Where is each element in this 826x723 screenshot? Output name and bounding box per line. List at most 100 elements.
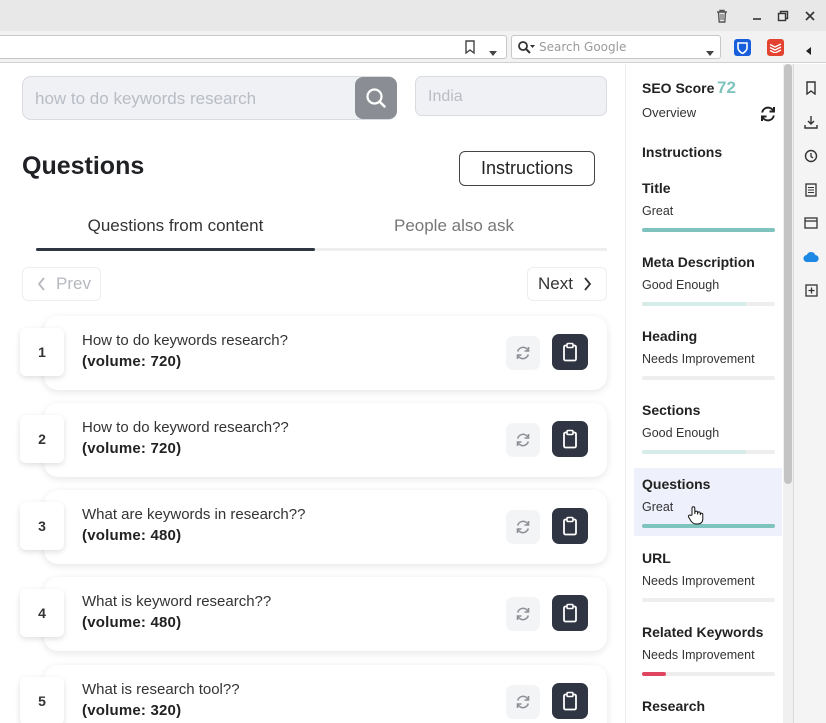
seo-item-sections[interactable]: Sections Good Enough <box>634 394 782 462</box>
refresh-icon <box>516 607 530 621</box>
search-engine-icon[interactable] <box>517 40 535 59</box>
sidebar-scrollbar[interactable] <box>783 64 793 723</box>
question-volume: (volume: 480) <box>82 614 182 631</box>
regenerate-button[interactable] <box>506 597 540 631</box>
seo-item-name: Questions <box>642 476 711 492</box>
question-number: 1 <box>20 328 64 376</box>
question-number: 3 <box>20 502 64 550</box>
copy-button[interactable] <box>552 508 588 544</box>
window-titlebar <box>0 0 826 31</box>
seo-item-progress <box>642 524 775 528</box>
keyword-input[interactable]: how to do keywords research <box>22 76 397 120</box>
regenerate-button[interactable] <box>506 423 540 457</box>
search-google-input[interactable]: Search Google <box>511 35 721 59</box>
history-icon[interactable] <box>803 148 819 164</box>
regenerate-button[interactable] <box>506 336 540 370</box>
clipboard-icon <box>563 429 577 449</box>
browser-sidebar <box>793 64 826 723</box>
refresh-icon <box>516 433 530 447</box>
tab-people-also-ask[interactable]: People also ask <box>315 216 593 236</box>
trash-icon[interactable] <box>712 6 732 26</box>
seo-item-progress-fill <box>642 228 775 232</box>
regenerate-button[interactable] <box>506 510 540 544</box>
keyword-placeholder: how to do keywords research <box>35 89 257 108</box>
restore-icon[interactable] <box>773 6 793 26</box>
seo-item-heading[interactable]: Heading Needs Improvement <box>634 320 782 388</box>
seo-item-progress-fill <box>642 450 746 454</box>
seo-item-url[interactable]: URL Needs Improvement <box>634 542 782 610</box>
question-row: What is research tool?? (volume: 320) 5 <box>20 665 607 723</box>
seo-item-name: Sections <box>642 402 701 418</box>
question-text: How to do keywords research? <box>82 332 288 349</box>
seo-item-questions[interactable]: Questions Great <box>634 468 782 536</box>
question-volume: (volume: 720) <box>82 353 182 370</box>
seo-item-progress <box>642 450 775 454</box>
question-card: What is research tool?? (volume: 320) <box>44 665 607 723</box>
bookmark-star-icon[interactable] <box>463 39 477 59</box>
seo-instructions-label[interactable]: Instructions <box>642 144 722 160</box>
copy-button[interactable] <box>552 421 588 457</box>
seo-item-meta-description[interactable]: Meta Description Good Enough <box>634 246 782 314</box>
chevron-down-icon[interactable] <box>705 43 715 62</box>
prev-label: Prev <box>56 274 91 293</box>
seo-item-progress-fill <box>642 672 666 676</box>
instructions-button[interactable]: Instructions <box>459 151 595 186</box>
todoist-icon[interactable] <box>767 39 784 56</box>
next-label: Next <box>538 274 573 293</box>
seo-item-progress-fill <box>642 302 746 306</box>
seo-item-status: Good Enough <box>642 426 720 440</box>
copy-button[interactable] <box>552 683 588 719</box>
question-row: How to do keyword research?? (volume: 720… <box>20 403 607 479</box>
add-panel-icon[interactable] <box>803 282 819 298</box>
chevron-down-icon[interactable] <box>488 43 498 62</box>
seo-item-name: Meta Description <box>642 254 755 270</box>
cloud-icon[interactable] <box>803 249 819 265</box>
reader-view-icon[interactable] <box>803 182 819 198</box>
seo-item-progress <box>642 672 775 676</box>
seo-item-status: Good Enough <box>642 278 720 292</box>
question-card: What is keyword research?? (volume: 480) <box>44 577 607 651</box>
question-number: 2 <box>20 415 64 463</box>
browser-toolbar: Search Google <box>0 31 826 63</box>
hand-cursor-icon <box>687 506 704 529</box>
page-title: Questions <box>22 152 145 180</box>
close-icon[interactable] <box>800 6 820 26</box>
sidebar-toggle-icon[interactable] <box>804 41 812 60</box>
question-text: How to do keyword research?? <box>82 419 289 436</box>
country-select[interactable]: India <box>415 76 607 116</box>
tab-questions-from-content[interactable]: Questions from content <box>36 216 315 236</box>
url-bar[interactable] <box>0 35 507 59</box>
country-value: India <box>428 88 463 105</box>
bookmarks-icon[interactable] <box>803 80 819 96</box>
question-row: What is keyword research?? (volume: 480) 4 <box>20 577 607 653</box>
bitwarden-icon[interactable] <box>734 39 751 56</box>
copy-button[interactable] <box>552 334 588 370</box>
seo-item-related-keywords[interactable]: Related Keywords Needs Improvement <box>634 616 782 684</box>
question-number: 5 <box>20 677 64 723</box>
regenerate-button[interactable] <box>506 685 540 719</box>
seo-item-research[interactable]: Research <box>634 690 782 723</box>
prev-button[interactable]: Prev <box>22 267 101 301</box>
question-card: What are keywords in research?? (volume: … <box>44 490 607 564</box>
keyword-search-button[interactable] <box>355 77 397 119</box>
downloads-icon[interactable] <box>803 114 819 130</box>
overview-link[interactable]: Overview <box>642 105 696 120</box>
tab-panel-icon[interactable] <box>803 215 819 231</box>
seo-item-status: Needs Improvement <box>642 574 755 588</box>
seo-item-progress <box>642 228 775 232</box>
chevron-left-icon <box>37 277 45 291</box>
seo-item-title[interactable]: Title Great <box>634 172 782 240</box>
clipboard-icon <box>563 603 577 623</box>
seo-item-name: URL <box>642 550 671 566</box>
minimize-icon[interactable] <box>747 6 767 26</box>
questions-panel: how to do keywords research India Questi… <box>0 64 625 723</box>
copy-button[interactable] <box>552 595 588 631</box>
question-volume: (volume: 720) <box>82 440 182 457</box>
refresh-icon[interactable] <box>759 105 777 123</box>
clipboard-icon <box>563 342 577 362</box>
next-button[interactable]: Next <box>527 267 607 301</box>
seo-item-progress <box>642 598 775 602</box>
seo-item-progress-fill <box>642 524 775 528</box>
scroll-thumb[interactable] <box>784 64 792 484</box>
seo-score-value: 72 <box>717 78 736 97</box>
